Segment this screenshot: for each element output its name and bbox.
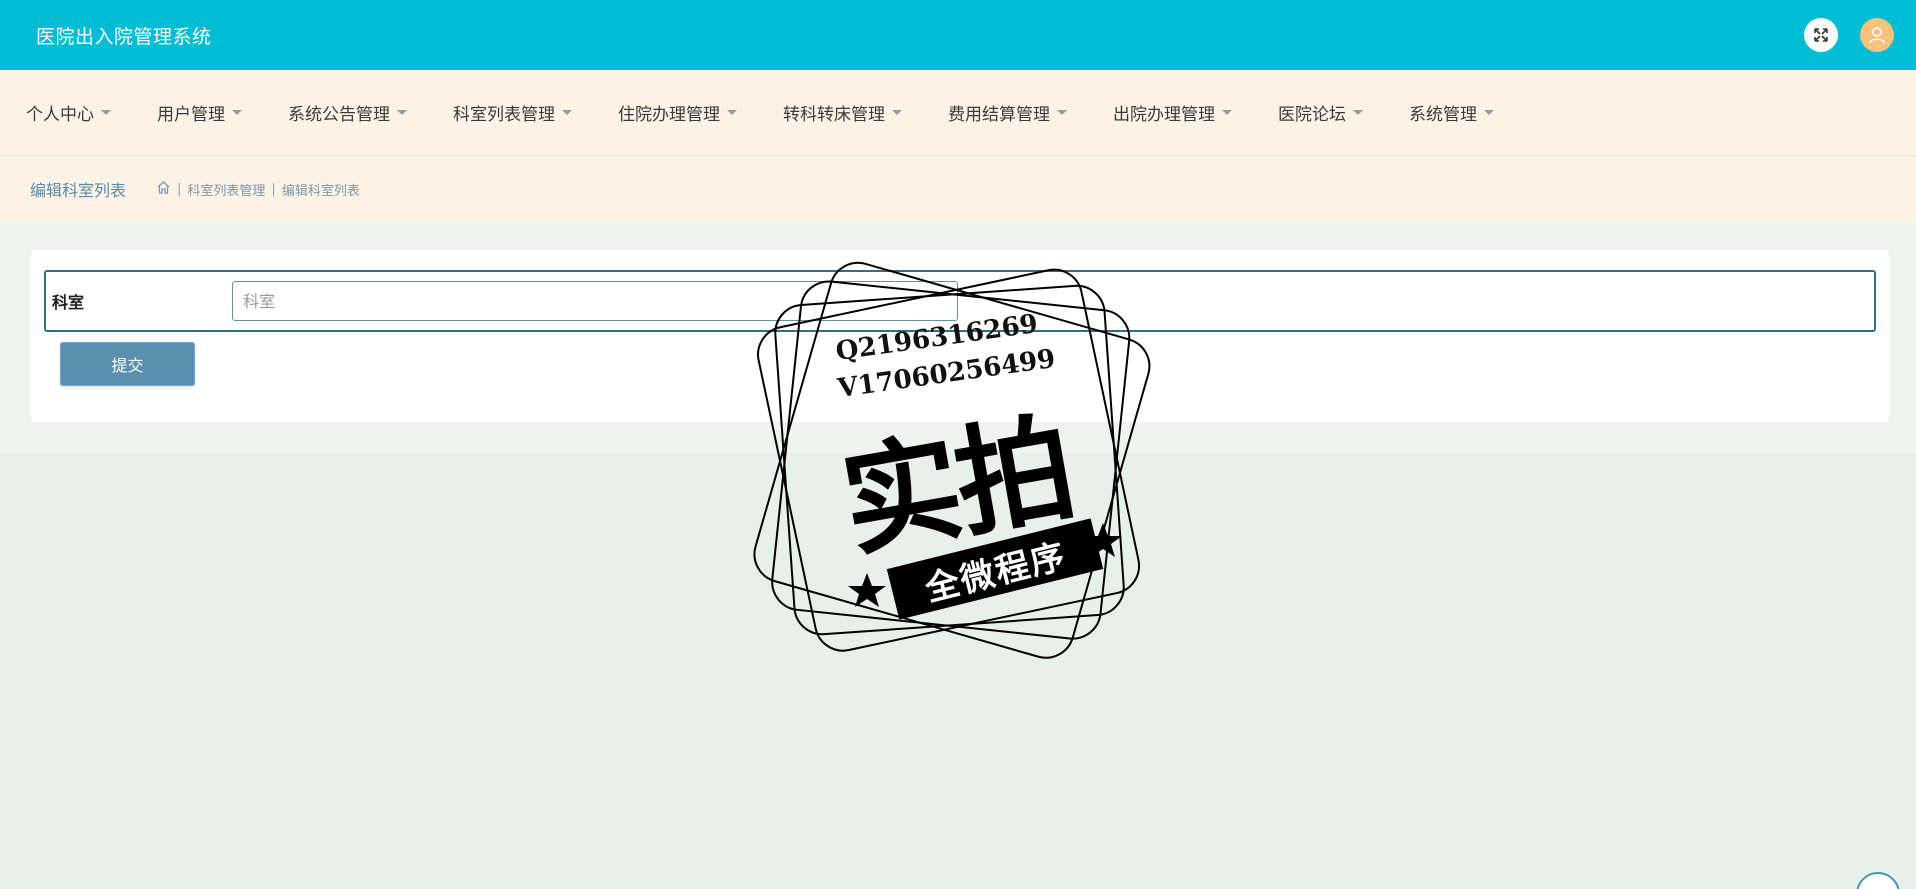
scroll-top-button[interactable]: [1856, 872, 1900, 889]
caret-down-icon: [101, 110, 111, 115]
caret-down-icon: [562, 110, 572, 115]
caret-down-icon: [1484, 110, 1494, 115]
caret-down-icon: [232, 110, 242, 115]
caret-down-icon: [1353, 110, 1363, 115]
nav-item-billing-management[interactable]: 费用结算管理: [948, 100, 1067, 125]
breadcrumb-item-current: 编辑科室列表: [281, 183, 360, 199]
expand-icon: [1814, 28, 1828, 42]
nav-item-admission-management[interactable]: 住院办理管理: [618, 100, 737, 125]
user-avatar-button[interactable]: [1860, 18, 1894, 52]
breadcrumb-separator: |: [177, 181, 182, 197]
caret-down-icon: [397, 110, 407, 115]
nav-item-transfer-management[interactable]: 转科转床管理: [783, 100, 902, 125]
nav-item-personal-center[interactable]: 个人中心: [26, 100, 111, 125]
nav-item-system-management[interactable]: 系统管理: [1409, 100, 1494, 125]
header-actions: [1804, 18, 1894, 52]
department-label: 科室: [52, 293, 85, 312]
breadcrumb: | 科室列表管理 | 编辑科室列表: [156, 180, 360, 199]
breadcrumb-item-department-list[interactable]: 科室列表管理: [187, 180, 265, 199]
nav-item-department-list-management[interactable]: 科室列表管理: [453, 100, 572, 125]
department-input[interactable]: [232, 281, 958, 321]
nav-item-user-management[interactable]: 用户管理: [157, 100, 242, 125]
app-title: 医院出入院管理系统: [36, 25, 212, 48]
user-avatar-icon: [1869, 27, 1885, 44]
fullscreen-button[interactable]: [1804, 18, 1838, 52]
nav-item-announcement-management[interactable]: 系统公告管理: [288, 100, 407, 125]
breadcrumb-separator: |: [271, 181, 276, 197]
form-row-department: 科室: [44, 270, 1876, 332]
nav-item-hospital-forum[interactable]: 医院论坛: [1278, 100, 1363, 125]
caret-down-icon: [727, 110, 737, 115]
submit-button[interactable]: 提交: [60, 342, 195, 386]
main-nav: 个人中心 用户管理 系统公告管理 科室列表管理 住院办理管理 转科转床管理 费用…: [0, 70, 1916, 156]
breadcrumb-bar: 编辑科室列表 | 科室列表管理 | 编辑科室列表: [0, 157, 1916, 221]
caret-down-icon: [892, 110, 902, 115]
home-icon[interactable]: [156, 180, 171, 199]
nav-item-discharge-management[interactable]: 出院办理管理: [1113, 100, 1232, 125]
top-header: 医院出入院管理系统: [0, 0, 1916, 70]
caret-down-icon: [1057, 110, 1067, 115]
caret-down-icon: [1222, 110, 1232, 115]
page-title: 编辑科室列表: [30, 181, 127, 200]
